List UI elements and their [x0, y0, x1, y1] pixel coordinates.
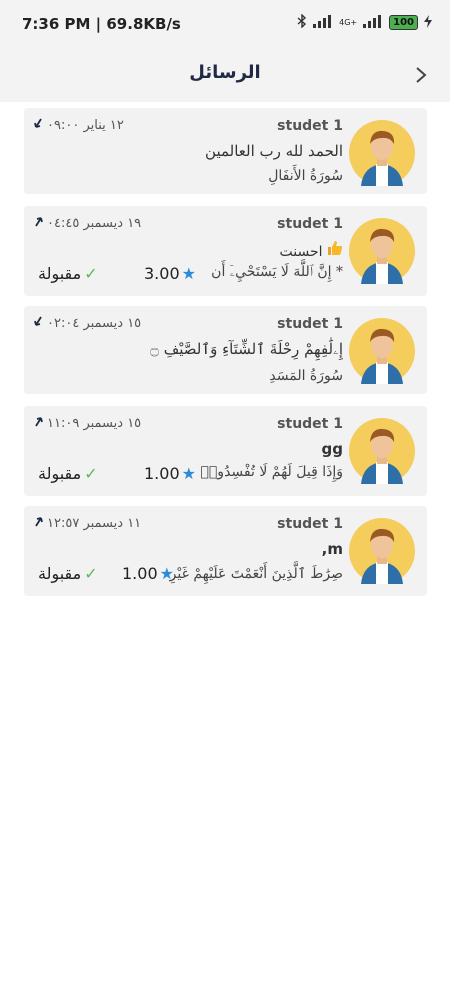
signal-icon-2: [363, 14, 383, 31]
star-icon: ★: [159, 564, 174, 583]
rating: 1.00 ★: [122, 564, 174, 583]
message-subtext: وَإِذَا قِيلَ لَهُمْ لَا تُفْسِدُوا۟: [200, 464, 344, 480]
message-date: ١٥ ديسمبر ٠٢:٠٤: [47, 316, 142, 331]
arrow-down-icon: [34, 316, 43, 331]
avatar: [349, 318, 415, 384]
message-meta: ١١ ديسمبر ١٢:٥٧: [34, 516, 141, 531]
network-type: 4G+: [339, 18, 358, 27]
status-icons: 4G+ 100: [297, 13, 432, 31]
check-icon: ✓: [84, 464, 98, 483]
message-text: gg: [321, 440, 343, 458]
avatar: [349, 518, 415, 584]
message-date: ١١ ديسمبر ١٢:٥٧: [47, 516, 142, 531]
message-date: ١٢ يناير ٠٩:٠٠: [47, 118, 124, 133]
avatar: [349, 218, 415, 284]
status-time: 7:36 PM | 69.8KB/s: [22, 15, 181, 33]
message-text: الحمد لله رب العالمين: [205, 142, 343, 160]
avatar: [349, 418, 415, 484]
star-icon: ★: [181, 464, 196, 483]
battery-indicator: 100: [389, 15, 418, 30]
message-text: احسنت: [280, 240, 343, 260]
page-title: الرسائل: [189, 62, 261, 83]
check-icon: ✓: [84, 264, 98, 283]
message-meta: ١٢ يناير ٠٩:٠٠: [34, 118, 124, 133]
message-subtext: صِرَٰطَ ٱلَّذِينَ أَنْعَمْتَ عَلَيْهِمْ …: [169, 566, 343, 582]
status-badge: مقبولة ✓: [38, 264, 98, 283]
message-text: إِۦلَٰفِهِمْ رِحْلَةَ ٱلشِّتَآءِ وَٱلصَّ…: [150, 340, 343, 358]
avatar: [349, 120, 415, 186]
message-card[interactable]: ١٥ ديسمبر ١١:٠٩ studet 1 gg وَإِذَا قِيل…: [24, 406, 427, 496]
sender-name: studet 1: [277, 118, 343, 134]
status-bar: 7:36 PM | 69.8KB/s 4G+ 100: [0, 0, 450, 50]
arrow-up-icon: [34, 216, 43, 231]
sender-name: studet 1: [277, 316, 343, 332]
signal-icon: [313, 14, 333, 31]
arrow-up-icon: [34, 516, 43, 531]
rating: 3.00 ★: [144, 264, 196, 283]
star-icon: ★: [181, 264, 196, 283]
app-header: الرسائل: [0, 50, 450, 102]
message-meta: ١٥ ديسمبر ٠٢:٠٤: [34, 316, 141, 331]
message-meta: ١٩ ديسمبر ٠٤:٤٥: [34, 216, 141, 231]
rating: 1.00 ★: [144, 464, 196, 483]
message-date: ١٥ ديسمبر ١١:٠٩: [47, 416, 142, 431]
check-icon: ✓: [84, 564, 98, 583]
sender-name: studet 1: [277, 416, 343, 432]
back-button[interactable]: [410, 62, 432, 88]
thumbs-up-icon: [327, 240, 343, 260]
message-card[interactable]: ١٢ يناير ٠٩:٠٠ studet 1 الحمد لله رب الع…: [24, 108, 427, 194]
message-card[interactable]: ١٥ ديسمبر ٠٢:٠٤ studet 1 إِۦلَٰفِهِمْ رِ…: [24, 306, 427, 394]
bluetooth-icon: [297, 13, 307, 31]
message-subtext: سُورَةُ المَسَدِ: [269, 368, 343, 384]
message-subtext: * إِنَّ ٱللَّهَ لَا يَسْتَحْيِۦٓ أَن: [211, 264, 343, 280]
message-text: m,: [321, 540, 343, 558]
sender-name: studet 1: [277, 216, 343, 232]
message-meta: ١٥ ديسمبر ١١:٠٩: [34, 416, 141, 431]
status-badge: مقبولة ✓: [38, 564, 98, 583]
message-subtext: سُورَةُ الأَنفَالِ: [268, 168, 343, 184]
message-card[interactable]: ١١ ديسمبر ١٢:٥٧ studet 1 m, صِرَٰطَ ٱلَّ…: [24, 506, 427, 596]
charging-icon: [424, 14, 432, 31]
status-badge: مقبولة ✓: [38, 464, 98, 483]
sender-name: studet 1: [277, 516, 343, 532]
message-date: ١٩ ديسمبر ٠٤:٤٥: [47, 216, 142, 231]
message-card[interactable]: ١٩ ديسمبر ٠٤:٤٥ studet 1 احسنت * إِنَّ ٱ…: [24, 206, 427, 296]
arrow-down-icon: [34, 118, 43, 133]
chevron-right-icon: [416, 67, 427, 83]
arrow-up-icon: [34, 416, 43, 431]
